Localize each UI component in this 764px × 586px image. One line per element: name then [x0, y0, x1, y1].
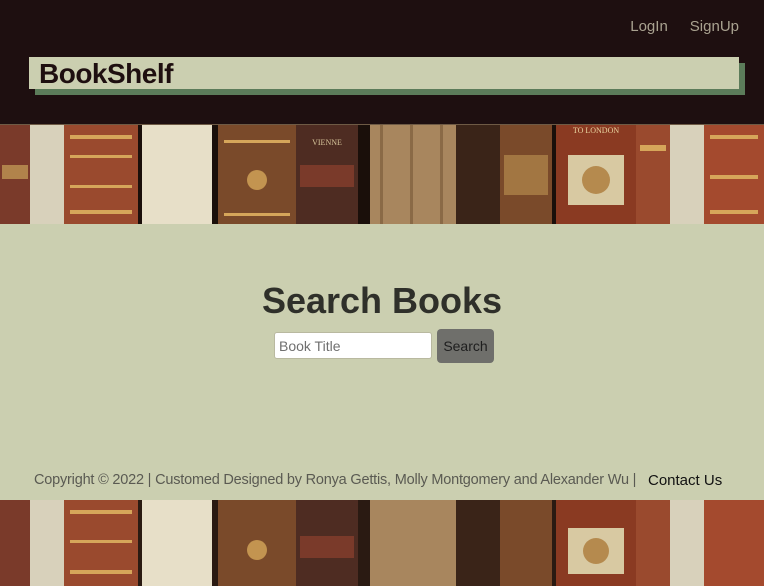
search-heading: Search Books — [261, 280, 503, 321]
book-spines-image-bottom — [0, 500, 764, 586]
brand-title[interactable]: BookShelf — [39, 57, 173, 91]
search-button[interactable]: Search — [437, 329, 494, 363]
header: LogIn SignUp BookShelf — [0, 0, 764, 124]
book-spines-image: VIENNE TO LONDON — [0, 125, 764, 224]
brand-bar: BookShelf — [29, 57, 739, 89]
footer: Copyright © 2022 | Customed Designed by … — [0, 468, 764, 496]
spine-label-1: VIENNE — [312, 138, 342, 147]
search-input[interactable] — [274, 332, 432, 359]
top-nav: LogIn SignUp — [630, 18, 739, 36]
copyright-text: Copyright © 2022 | Customed Designed by … — [34, 472, 637, 488]
signup-link[interactable]: SignUp — [690, 18, 739, 36]
login-link[interactable]: LogIn — [630, 18, 668, 36]
bookshelf-banner-bottom — [0, 500, 764, 586]
spine-label-2: TO LONDON — [573, 126, 620, 135]
bookshelf-banner-top: VIENNE TO LONDON — [0, 124, 764, 224]
contact-us-link[interactable]: Contact Us — [648, 472, 722, 489]
